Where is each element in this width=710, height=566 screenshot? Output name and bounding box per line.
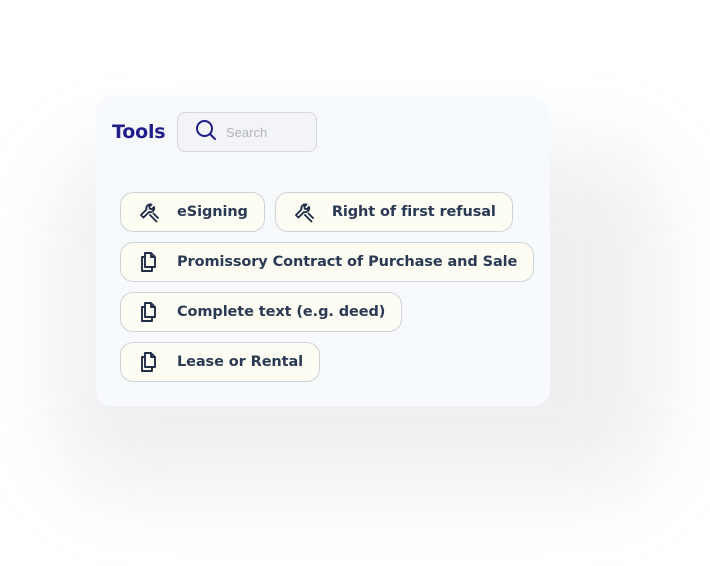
documents-icon <box>137 250 161 274</box>
search-box[interactable] <box>177 112 317 152</box>
panel-header: Tools <box>112 112 317 152</box>
tool-label: Lease or Rental <box>177 354 304 370</box>
tool-row: Lease or Rental <box>120 342 520 382</box>
wrench-icon <box>292 200 316 224</box>
tools-panel: Tools Search eSigning Right of first ref… <box>96 96 550 406</box>
tool-chip-promissory-contract[interactable]: Promissory Contract of Purchase and Sale <box>120 242 535 282</box>
stage: Tools Search eSigning Right of first ref… <box>0 0 710 566</box>
tool-row: eSigning Right of first refusal <box>120 192 520 232</box>
panel-title: Tools <box>112 121 166 143</box>
tool-row: Promissory Contract of Purchase and Sale <box>120 242 535 282</box>
tool-chip-right-of-first-refusal[interactable]: Right of first refusal <box>274 192 513 232</box>
documents-icon <box>137 300 161 324</box>
tool-chip-esigning[interactable]: eSigning <box>120 192 265 232</box>
tool-row: Complete text (e.g. deed) <box>120 292 520 332</box>
search-input[interactable] <box>226 124 306 140</box>
tool-label: eSigning <box>177 204 248 220</box>
tool-chip-lease-or-rental[interactable]: Lease or Rental <box>120 342 321 382</box>
tool-label: Complete text (e.g. deed) <box>177 304 386 320</box>
tool-list: eSigning Right of first refusal Promisso… <box>120 192 535 392</box>
tool-label: Promissory Contract of Purchase and Sale <box>177 254 518 270</box>
search-icon <box>194 118 218 146</box>
wrench-icon <box>137 200 161 224</box>
tool-chip-complete-text[interactable]: Complete text (e.g. deed) <box>120 292 403 332</box>
documents-icon <box>137 350 161 374</box>
tool-label: Right of first refusal <box>331 204 496 220</box>
